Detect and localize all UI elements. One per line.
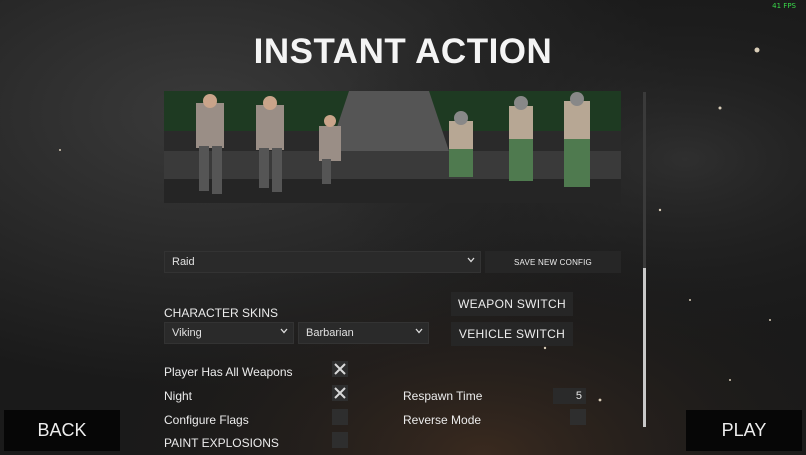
paint-explosions-checkbox[interactable] xyxy=(332,432,348,448)
paint-explosions-label: PAINT EXPLOSIONS xyxy=(164,436,279,450)
respawn-time-input[interactable]: 5 xyxy=(553,388,586,404)
weapon-switch-button[interactable]: WEAPON SWITCH xyxy=(451,292,573,316)
team2-skin-value: Barbarian xyxy=(306,327,354,339)
back-button[interactable]: BACK xyxy=(4,410,120,451)
configure-flags-label: Configure Flags xyxy=(164,413,249,427)
config-dropdown[interactable]: Raid xyxy=(164,251,481,273)
chevron-down-icon xyxy=(280,328,288,334)
night-checkbox[interactable] xyxy=(332,385,348,401)
team1-skin-value: Viking xyxy=(172,327,202,339)
night-label: Night xyxy=(164,389,193,403)
page-title: INSTANT ACTION xyxy=(253,32,553,71)
respawn-time-label: Respawn Time xyxy=(403,389,483,403)
vehicle-switch-button[interactable]: VEHICLE SWITCH xyxy=(451,322,573,346)
scrollbar-thumb[interactable] xyxy=(643,268,646,427)
config-dropdown-value: Raid xyxy=(172,256,195,268)
all-weapons-checkbox[interactable] xyxy=(332,361,348,377)
save-new-config-button[interactable]: SAVE NEW CONFIG xyxy=(485,251,621,273)
team1-skin-dropdown[interactable]: Viking xyxy=(164,322,294,344)
reverse-mode-label: Reverse Mode xyxy=(403,413,482,427)
chevron-down-icon xyxy=(467,257,475,263)
fps-counter: 41 FPS xyxy=(772,2,796,10)
check-x-icon xyxy=(334,387,346,399)
check-x-icon xyxy=(334,363,346,375)
chevron-down-icon xyxy=(415,328,423,334)
reverse-mode-checkbox[interactable] xyxy=(570,409,586,425)
play-button[interactable]: PLAY xyxy=(686,410,802,451)
team2-skin-dropdown[interactable]: Barbarian xyxy=(298,322,429,344)
skin-preview-image xyxy=(164,91,621,203)
all-weapons-label: Player Has All Weapons xyxy=(164,365,293,379)
character-skins-heading: CHARACTER SKINS xyxy=(164,306,279,320)
configure-flags-checkbox[interactable] xyxy=(332,409,348,425)
